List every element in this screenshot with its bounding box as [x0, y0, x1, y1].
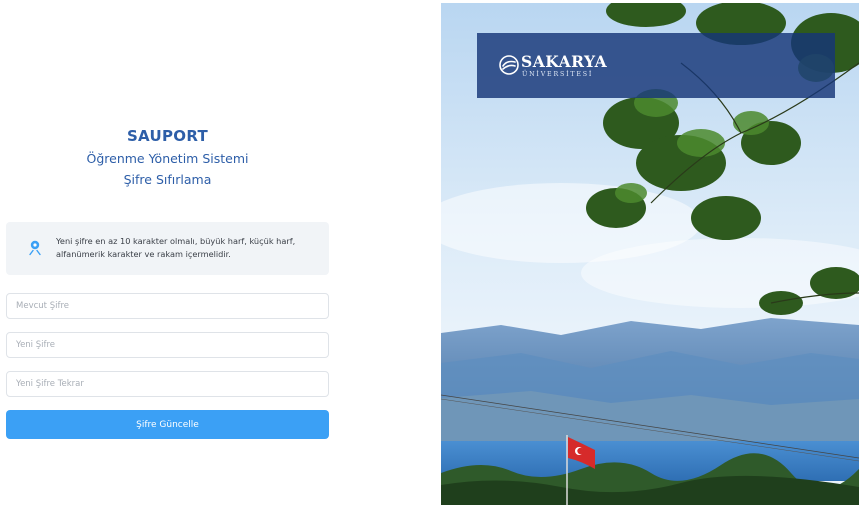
new-password-repeat-input[interactable] — [6, 371, 329, 397]
logo-subtext: ÜNİVERSİTESİ — [522, 71, 594, 78]
login-panel: SAUPORT Öğrenme Yönetim Sistemi Şifre Sı… — [0, 0, 440, 505]
page-subtitle: Şifre Sıfırlama — [123, 172, 212, 187]
campus-photo-panel: SAKARYA ÜNİVERSİTESİ — [441, 3, 859, 505]
university-logo-banner: SAKARYA ÜNİVERSİTESİ — [477, 33, 835, 98]
current-password-input[interactable] — [6, 293, 329, 319]
location-pin-icon — [29, 240, 41, 256]
update-password-button[interactable]: Şifre Güncelle — [6, 410, 329, 439]
password-rules-text: Yeni şifre en az 10 karakter olmalı, büy… — [56, 236, 296, 259]
password-rules-alert: Yeni şifre en az 10 karakter olmalı, büy… — [6, 222, 329, 275]
page-title: SAUPORT — [126, 127, 209, 145]
new-password-input[interactable] — [6, 332, 329, 358]
logo-wordmark: SAKARYA — [521, 52, 608, 71]
sakarya-logo-icon — [499, 55, 519, 75]
system-subtitle: Öğrenme Yönetim Sistemi — [86, 151, 249, 166]
